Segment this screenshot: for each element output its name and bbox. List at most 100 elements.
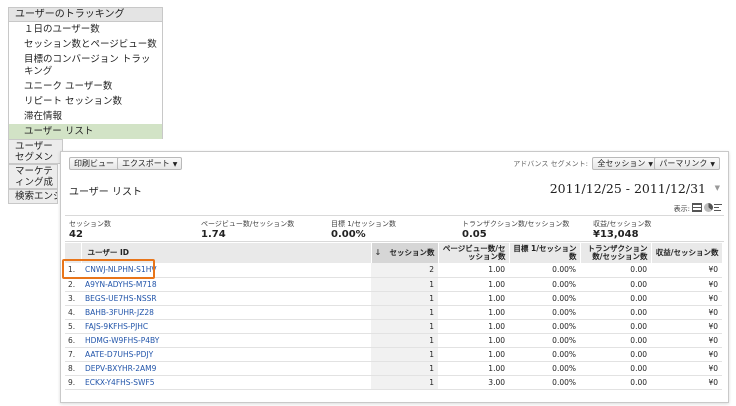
advanced-segment-label: アドバンス セグメント: [513,160,588,168]
cell-goal-per-session: 0.00% [509,291,580,306]
user-id-link[interactable]: FAJS-9KFHS-PJHC [85,322,148,331]
row-index: 5. [65,319,81,334]
metric-value: ¥13,048 [593,229,639,240]
date-range-dropdown-icon[interactable]: ▼ [715,184,720,192]
report-panel: 印刷ビュー エクスポート ▼ アドバンス セグメント: 全セッション ▼ パーマリン… [60,151,729,403]
header-pv-per-session[interactable]: ページビュー数/セッション数 [438,243,510,263]
export-button[interactable]: エクスポート ▼ [117,157,183,170]
table-row: 1. CNWJ-NLPHN-S1HV 2 1.00 0.00% 0.00 ¥0 [65,263,722,278]
permalink-label: パーマリンク [659,159,708,168]
cell-revenue-per-session: ¥0 [651,347,722,362]
nav-item-goal-conversion[interactable]: 目標のコンバージョン トラッキング [9,52,162,79]
user-id-link[interactable]: A9YN-ADYHS-M718 [85,280,157,289]
table-row: 8. DEPV-BXYHR-2AM9 1 1.00 0.00% 0.00 ¥0 [65,361,722,376]
row-index: 2. [65,277,81,292]
cell-revenue-per-session: ¥0 [651,291,722,306]
cell-sessions: 2 [371,263,438,278]
metric-label: セッション数 [69,220,111,228]
table-row: 9. ECKX-Y4FHS-SWF5 1 3.00 0.00% 0.00 ¥0 [65,375,722,390]
display-label: 表示: [673,205,690,213]
nav-section-user-tracking[interactable]: ユーザーのトラッキング [8,7,163,22]
print-view-button[interactable]: 印刷ビュー [69,157,119,170]
cell-user-id: CNWJ-NLPHN-S1HV [81,263,371,278]
cell-sessions: 1 [371,319,438,334]
nav-item-daily-users[interactable]: １日のユーザー数 [9,22,162,37]
row-index: 4. [65,305,81,320]
cell-pv-per-session: 1.00 [438,263,509,278]
chevron-down-icon: ▼ [648,161,653,168]
metric-label: トランザクション数/セッション数 [462,220,570,228]
nav-group-search-engine[interactable]: 検索エンジン [8,189,58,204]
metric-label: 収益/セッション数 [593,220,652,228]
cell-user-id: BAHB-3FUHR-JZ28 [81,305,371,320]
nav-item-sessions-pageviews[interactable]: セッション数とページビュー数 [9,37,162,52]
cell-user-id: FAJS-9KFHS-PJHC [81,319,371,334]
cell-revenue-per-session: ¥0 [651,333,722,348]
cell-tx-per-session: 0.00 [580,305,651,320]
cell-goal-per-session: 0.00% [509,361,580,376]
header-tx-per-session[interactable]: トランザクション数/セッション数 [580,243,652,263]
metric-value: 42 [69,229,83,240]
cell-sessions: 1 [371,333,438,348]
header-goal-per-session[interactable]: 目標 1/セッション数 [509,243,581,263]
header-index [65,243,82,263]
nav-item-unique-users[interactable]: ユニーク ユーザー数 [9,79,162,94]
user-id-link[interactable]: CNWJ-NLPHN-S1HV [85,265,156,274]
user-id-link[interactable]: HDMG-W9FHS-P4BY [85,336,159,345]
user-list-table: ユーザー ID ↓ セッション数 ページビュー数/セッション数 目標 1/セッショ… [65,243,723,390]
header-revenue-per-session[interactable]: 収益/セッション数 [651,243,723,263]
metric-label: 目標 1/セッション数 [331,220,397,228]
cell-user-id: ECKX-Y4FHS-SWF5 [81,375,371,390]
cell-tx-per-session: 0.00 [580,333,651,348]
table-row: 6. HDMG-W9FHS-P4BY 1 1.00 0.00% 0.00 ¥0 [65,333,722,348]
user-id-link[interactable]: ECKX-Y4FHS-SWF5 [85,378,155,387]
cell-goal-per-session: 0.00% [509,347,580,362]
cell-sessions: 1 [371,361,438,376]
nav-group-marketing[interactable]: マーケティング成果 [8,164,58,189]
table-row: 4. BAHB-3FUHR-JZ28 1 1.00 0.00% 0.00 ¥0 [65,305,722,320]
cell-revenue-per-session: ¥0 [651,277,722,292]
cell-goal-per-session: 0.00% [509,333,580,348]
cell-goal-per-session: 0.00% [509,375,580,390]
user-id-link[interactable]: BAHB-3FUHR-JZ28 [85,308,154,317]
user-id-link[interactable]: DEPV-BXYHR-2AM9 [85,364,156,373]
cell-revenue-per-session: ¥0 [651,375,722,390]
user-id-link[interactable]: AATE-D7UHS-PDJY [85,350,153,359]
cell-tx-per-session: 0.00 [580,361,651,376]
cell-revenue-per-session: ¥0 [651,319,722,334]
nav-item-user-list[interactable]: ユーザー リスト [9,124,162,139]
metric-sessions: セッション数 42 [69,219,111,241]
pie-view-icon[interactable] [704,203,713,212]
nav-item-repeat-sessions[interactable]: リピート セッション数 [9,94,162,109]
nav-list: １日のユーザー数 セッション数とページビュー数 目標のコンバージョン トラッキン… [8,22,163,139]
table-body: 1. CNWJ-NLPHN-S1HV 2 1.00 0.00% 0.00 ¥0 2. A9YN-… [65,263,722,390]
segment-select-value: 全セッション [597,159,646,168]
bar-view-icon[interactable] [714,203,724,212]
segment-select[interactable]: 全セッション ▼ [592,157,658,170]
header-sessions[interactable]: ↓ セッション数 [371,243,439,263]
cell-tx-per-session: 0.00 [580,263,651,278]
metric-value: 1.74 [201,229,226,240]
date-range[interactable]: 2011/12/25 - 2011/12/31 [550,181,706,196]
metric-label: ページビュー数/セッション数 [201,220,295,228]
cell-user-id: HDMG-W9FHS-P4BY [81,333,371,348]
nav-item-engagement[interactable]: 滞在情報 [9,109,162,124]
metric-value: 0.00% [331,229,366,240]
cell-revenue-per-session: ¥0 [651,305,722,320]
cell-user-id: AATE-D7UHS-PDJY [81,347,371,362]
cell-sessions: 1 [371,305,438,320]
metric-value: 0.05 [462,229,487,240]
row-index: 8. [65,361,81,376]
table-view-icon[interactable] [692,203,702,212]
user-id-link[interactable]: BEGS-UE7HS-NSSR [85,294,157,303]
cell-tx-per-session: 0.00 [580,291,651,306]
permalink-button[interactable]: パーマリンク ▼ [654,157,720,170]
export-label: エクスポート [122,159,170,168]
nav-group-segment-performance[interactable]: ユーザー セグメントのパフォーマンス [8,139,63,164]
summary-metrics: セッション数 42 ページビュー数/セッション数 1.74 目標 1/セッション… [65,215,724,242]
header-user-id[interactable]: ユーザー ID [81,243,372,263]
cell-goal-per-session: 0.00% [509,319,580,334]
cell-revenue-per-session: ¥0 [651,361,722,376]
cell-pv-per-session: 3.00 [438,375,509,390]
report-toolbar: 印刷ビュー エクスポート ▼ アドバンス セグメント: 全セッション ▼ パーマリン… [69,157,720,171]
